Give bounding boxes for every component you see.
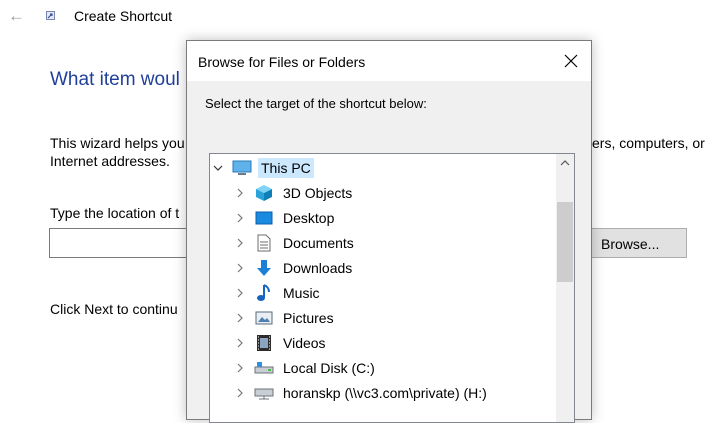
wizard-description-left: This wizard helps you (50, 135, 185, 151)
chevron-down-icon[interactable] (210, 156, 226, 180)
desktop-icon (254, 208, 274, 228)
network-drive-icon (254, 383, 274, 403)
videos-icon (254, 333, 274, 353)
tree-item-pictures[interactable]: Pictures (232, 306, 337, 330)
chevron-right-icon[interactable] (232, 181, 248, 205)
pictures-icon (254, 308, 274, 328)
music-icon (254, 283, 274, 303)
tree-item-label: 3D Objects (283, 185, 353, 201)
shortcut-wizard-icon (46, 11, 55, 20)
local-disk-icon (254, 358, 274, 378)
this-pc-icon (232, 158, 252, 178)
close-button[interactable] (555, 45, 587, 77)
chevron-right-icon[interactable] (232, 256, 248, 280)
chevron-right-icon[interactable] (232, 331, 248, 355)
wizard-description-right: ers, computers, or (592, 135, 705, 151)
close-icon (564, 54, 578, 68)
tree-item-label: Videos (283, 335, 326, 351)
tree-item-this-pc[interactable]: This PC (210, 156, 314, 180)
dialog-prompt: Select the target of the shortcut below: (205, 96, 427, 111)
chevron-right-icon[interactable] (232, 356, 248, 380)
tree-item-label: Pictures (283, 310, 334, 326)
tree-item-videos[interactable]: Videos (232, 331, 329, 355)
tree-item-label: horanskp (\\vc3.com\private) (H:) (283, 385, 487, 401)
vertical-scrollbar[interactable] (556, 154, 574, 422)
3d-objects-icon (254, 183, 274, 203)
tree-item-desktop[interactable]: Desktop (232, 206, 337, 230)
tree-item-network-drive[interactable]: horanskp (\\vc3.com\private) (H:) (232, 381, 490, 405)
tree-item-music[interactable]: Music (232, 281, 323, 305)
back-arrow-icon[interactable]: ← (8, 6, 25, 26)
tree-item-label: Desktop (283, 210, 335, 226)
tree-item-local-disk[interactable]: Local Disk (C:) (232, 356, 378, 380)
chevron-up-icon (560, 160, 570, 166)
downloads-icon (254, 258, 274, 278)
tree-item-label: Downloads (283, 260, 353, 276)
tree-item-downloads[interactable]: Downloads (232, 256, 355, 280)
browse-dialog: Browse for Files or Folders Select the t… (186, 40, 592, 423)
chevron-right-icon[interactable] (232, 306, 248, 330)
wizard-title: Create Shortcut (74, 8, 173, 24)
chevron-right-icon[interactable] (232, 381, 248, 405)
documents-icon (254, 233, 274, 253)
browse-button[interactable]: Browse... (590, 228, 687, 258)
location-label: Type the location of t (50, 205, 180, 221)
chevron-right-icon[interactable] (232, 281, 248, 305)
scrollbar-thumb[interactable] (557, 202, 573, 282)
tree-item-3d-objects[interactable]: 3D Objects (232, 181, 355, 205)
tree-item-label: Documents (283, 235, 354, 251)
chevron-right-icon[interactable] (232, 206, 248, 230)
scroll-up-button[interactable] (556, 154, 574, 172)
chevron-right-icon[interactable] (232, 231, 248, 255)
next-instruction: Click Next to continu (50, 301, 178, 317)
tree-item-label: This PC (258, 158, 314, 178)
tree-item-label: Local Disk (C:) (283, 360, 375, 376)
dialog-titlebar[interactable]: Browse for Files or Folders (187, 41, 591, 81)
folder-tree[interactable]: This PC 3D Objects Desktop Documents Dow… (209, 153, 575, 423)
wizard-heading: What item woul (50, 69, 180, 90)
tree-item-label: Music (283, 285, 320, 301)
wizard-description-line2: Internet addresses. (50, 153, 170, 169)
tree-item-documents[interactable]: Documents (232, 231, 357, 255)
dialog-title: Browse for Files or Folders (198, 54, 366, 70)
